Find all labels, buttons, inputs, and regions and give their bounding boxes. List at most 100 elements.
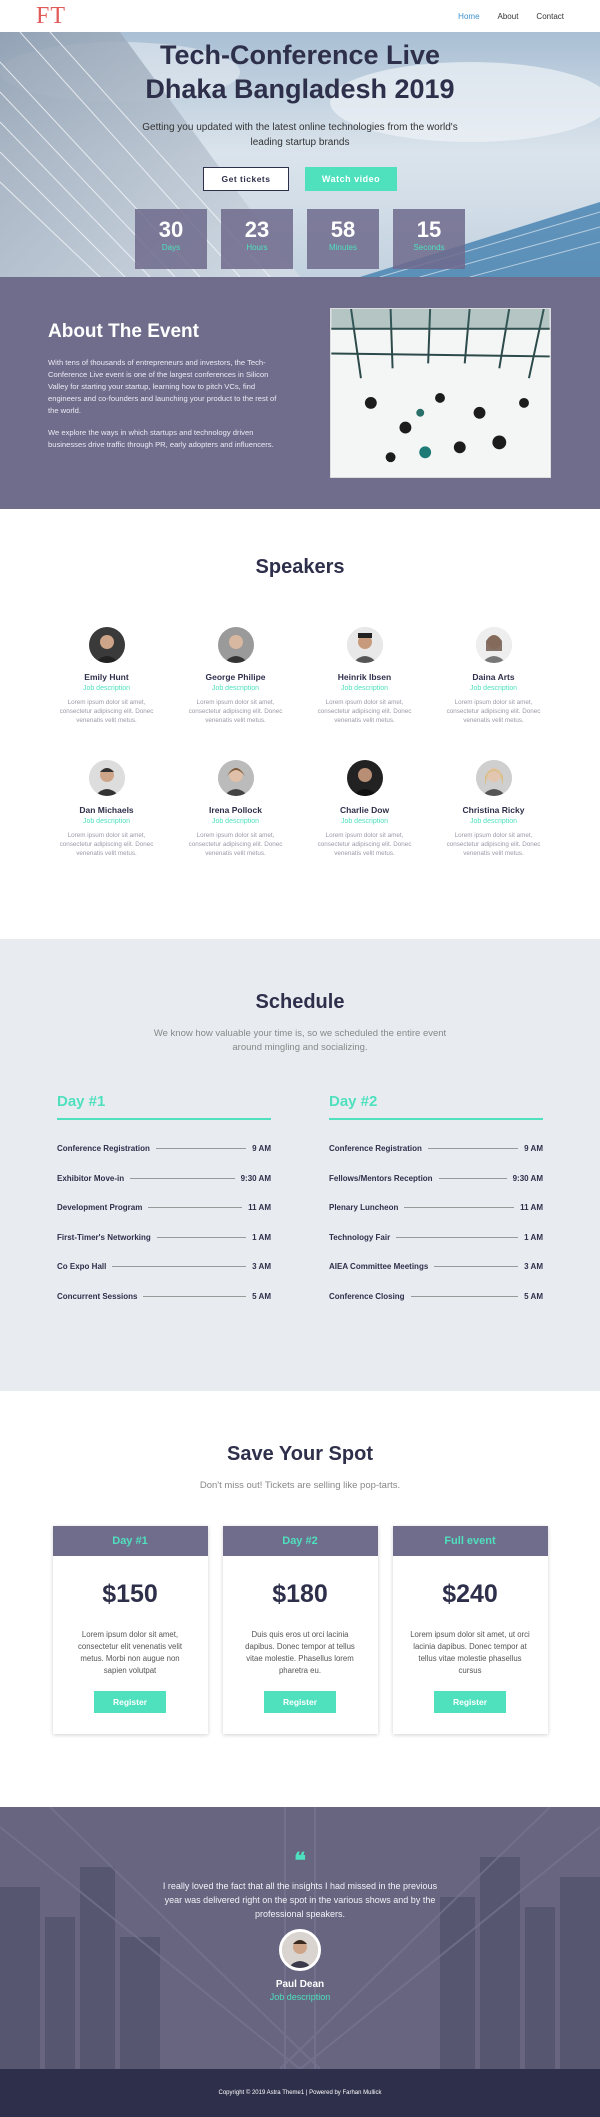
schedule-lead: We know how valuable your time is, so we… <box>153 1028 447 1053</box>
hero-title-line1: Tech-Conference Live <box>159 40 441 70</box>
speaker-description: Lorem ipsum dolor sit amet, consectetur … <box>59 699 154 724</box>
speaker-name: Daina Arts <box>472 672 515 682</box>
schedule-event: Conference Registration <box>57 1144 150 1154</box>
schedule-days: Day #1 Conference Registration 9 AM Exhib… <box>0 1093 600 1311</box>
speaker-avatar <box>88 760 125 796</box>
speaker-description: Lorem ipsum dolor sit amet, consectetur … <box>188 699 283 724</box>
register-button[interactable]: Register <box>264 1691 336 1713</box>
register-button[interactable]: Register <box>94 1691 166 1713</box>
watch-video-button[interactable]: Watch video <box>305 167 397 191</box>
schedule-event: Conference Closing <box>329 1291 405 1301</box>
schedule-time: 3 AM <box>524 1262 543 1272</box>
speaker-job: Job description <box>469 685 518 692</box>
countdown-seconds: 15 Seconds <box>393 209 465 269</box>
schedule-row: Conference Registration 9 AM <box>57 1134 271 1164</box>
hero-subtitle: Getting you updated with the latest onli… <box>142 122 458 148</box>
speaker-avatar <box>346 627 383 663</box>
speakers-title: Speakers <box>255 556 345 578</box>
speaker-card: Irena Pollock Job description Lorem ipsu… <box>171 760 300 858</box>
dotted-divider <box>434 1266 519 1268</box>
speaker-name: Heinrik Ibsen <box>337 672 392 682</box>
pricing-card-header: Day #1 <box>52 1526 208 1556</box>
dotted-divider <box>438 1177 507 1179</box>
testimonial-role: Job description <box>269 1992 331 2002</box>
speaker-name: George Philipe <box>205 672 266 682</box>
speaker-name: Irena Pollock <box>209 805 262 815</box>
schedule-time: 1 AM <box>524 1232 543 1242</box>
speaker-avatar <box>346 760 383 796</box>
speaker-job: Job description <box>340 685 389 692</box>
countdown-hours: 23 Hours <box>221 209 293 269</box>
speaker-description: Lorem ipsum dolor sit amet, consectetur … <box>59 832 154 857</box>
schedule-time: 11 AM <box>520 1203 543 1213</box>
hero-buttons: Get tickets Watch video <box>0 167 600 191</box>
about-section: About The Event With tens of thousands o… <box>0 277 600 509</box>
dotted-divider <box>143 1295 247 1297</box>
schedule-row: Plenary Luncheon 11 AM <box>329 1193 543 1223</box>
speaker-description: Lorem ipsum dolor sit amet, consectetur … <box>446 699 541 724</box>
schedule-row: Conference Closing 5 AM <box>329 1282 543 1312</box>
pricing-card-day2: Day #2 $180 Duis quis eros ut orci lacin… <box>222 1526 378 1734</box>
speaker-card: Charlie Dow Job description Lorem ipsum … <box>300 760 429 858</box>
pricing-price: $150 <box>102 1580 158 1608</box>
schedule-row: Concurrent Sessions 5 AM <box>57 1282 271 1312</box>
speakers-grid: Emily Hunt Job description Lorem ipsum d… <box>0 627 600 858</box>
speaker-job: Job description <box>82 818 131 825</box>
speaker-job: Job description <box>340 818 389 825</box>
nav-link-home[interactable]: Home <box>458 12 479 21</box>
schedule-row: Technology Fair 1 AM <box>329 1223 543 1253</box>
speaker-job: Job description <box>469 818 518 825</box>
schedule-row: Development Program 11 AM <box>57 1193 271 1223</box>
schedule-event: Conference Registration <box>329 1144 422 1154</box>
footer-copyright: Copyright © 2019 Astra Theme1 | Powered … <box>218 2090 382 2096</box>
testimonial-text: I really loved the fact that all the ins… <box>162 1881 438 1919</box>
speaker-card: George Philipe Job description Lorem ips… <box>171 627 300 725</box>
schedule-event: First-Timer's Networking <box>57 1232 151 1242</box>
speaker-avatar <box>88 627 125 663</box>
testimonial-avatar <box>279 1929 321 1971</box>
speakers-section: Speakers Emily Hunt Job description Lore… <box>0 509 600 939</box>
speaker-job: Job description <box>211 818 260 825</box>
countdown: 30 Days 23 Hours 58 Minutes 15 Seconds <box>0 209 600 269</box>
dotted-divider <box>112 1266 247 1268</box>
countdown-label: Minutes <box>328 243 357 252</box>
schedule-row: Exhibitor Move-in 9:30 AM <box>57 1164 271 1194</box>
footer: Copyright © 2019 Astra Theme1 | Powered … <box>0 2069 600 2117</box>
dotted-divider <box>130 1177 235 1179</box>
speaker-job: Job description <box>211 685 260 692</box>
hero-title-line2: Dhaka Bangladesh 2019 <box>145 74 455 104</box>
speaker-card: Emily Hunt Job description Lorem ipsum d… <box>42 627 171 725</box>
dotted-divider <box>148 1207 243 1209</box>
dotted-divider <box>410 1295 519 1297</box>
schedule-time: 1 AM <box>252 1232 271 1242</box>
schedule-row: Conference Registration 9 AM <box>329 1134 543 1164</box>
dotted-divider <box>156 1236 247 1238</box>
speaker-description: Lorem ipsum dolor sit amet, consectetur … <box>317 832 412 857</box>
schedule-event: Concurrent Sessions <box>57 1291 138 1301</box>
pricing-description: Lorem ipsum dolor sit amet, ut orci laci… <box>410 1630 530 1675</box>
get-tickets-button[interactable]: Get tickets <box>203 167 289 191</box>
nav-link-contact[interactable]: Contact <box>536 12 564 21</box>
pricing-section: Save Your Spot Don't miss out! Tickets a… <box>0 1391 600 1807</box>
countdown-label: Seconds <box>413 243 445 252</box>
register-button[interactable]: Register <box>434 1691 506 1713</box>
countdown-label: Days <box>161 243 181 252</box>
schedule-time: 9 AM <box>524 1144 543 1154</box>
speaker-name: Christina Ricky <box>462 805 525 815</box>
site-logo[interactable]: FT <box>36 3 66 30</box>
speaker-card: Christina Ricky Job description Lorem ip… <box>429 760 558 858</box>
countdown-value: 30 <box>158 217 184 242</box>
schedule-time: 5 AM <box>252 1291 271 1301</box>
pricing-price: $240 <box>442 1580 498 1608</box>
countdown-value: 15 <box>416 217 442 242</box>
countdown-label: Hours <box>246 243 268 252</box>
nav-link-about[interactable]: About <box>498 12 519 21</box>
pricing-card-header: Full event <box>392 1526 548 1556</box>
speaker-name: Charlie Dow <box>339 805 390 815</box>
speaker-avatar <box>475 627 512 663</box>
speaker-job: Job description <box>82 685 131 692</box>
schedule-row: First-Timer's Networking 1 AM <box>57 1223 271 1253</box>
about-paragraph-1: With tens of thousands of entrepreneurs … <box>48 358 277 415</box>
about-event-photo <box>330 308 551 478</box>
pricing-description: Lorem ipsum dolor sit amet, consectetur … <box>77 1630 182 1675</box>
